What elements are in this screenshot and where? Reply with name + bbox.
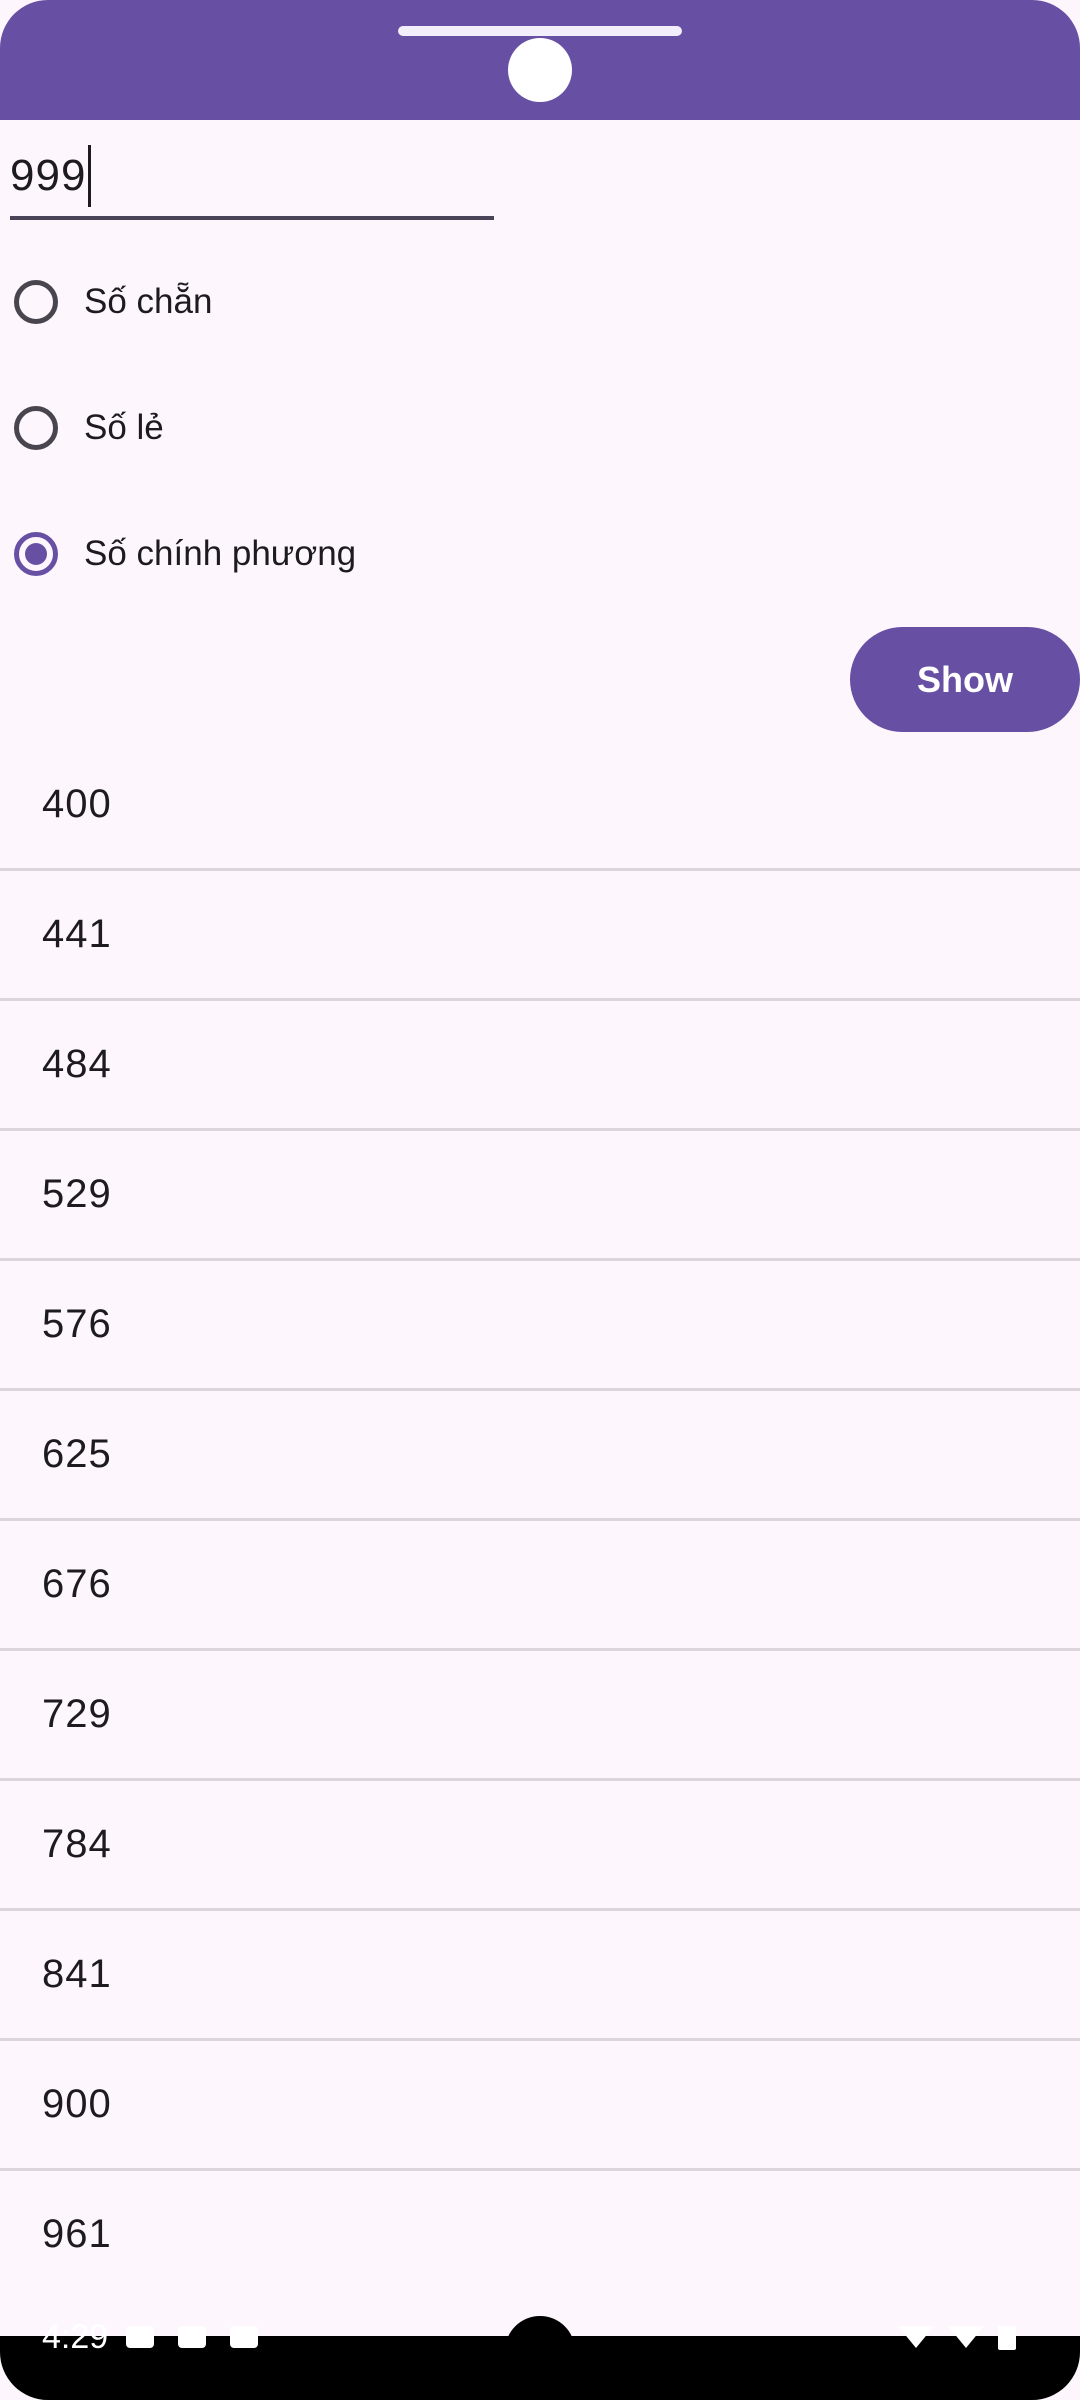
radio-odd[interactable]: Số lẻ [14,393,164,463]
list-item[interactable]: 784 [0,1781,1080,1911]
list-item-value: 625 [42,1432,112,1476]
list-item[interactable]: 441 [0,871,1080,1001]
speaker-grille [398,26,682,36]
list-item[interactable]: 961 [0,2171,1080,2298]
list-item-value: 784 [42,1822,112,1866]
list-item-value: 676 [42,1562,112,1606]
list-item[interactable]: 676 [0,1521,1080,1651]
radio-even-label[interactable]: Số chẵn [84,282,212,322]
shield-icon [126,2326,154,2348]
radio-perfect-square[interactable]: Số chính phương [14,519,356,589]
radio-even[interactable]: Số chẵn [14,267,212,337]
list-item[interactable]: 729 [0,1651,1080,1781]
result-list[interactable]: 400 441 484 529 576 625 676 729 784 841 … [0,741,1080,2298]
signal-icon [948,2326,984,2348]
wifi-icon [898,2326,934,2348]
list-item[interactable]: 576 [0,1261,1080,1391]
radio-button-icon[interactable] [14,280,58,324]
app-screen: 999 Số chẵn Số lẻ Số chính phương Show 4… [0,0,1080,2400]
radio-odd-label[interactable]: Số lẻ [84,408,164,448]
radio-perfect-square-label[interactable]: Số chính phương [84,534,356,574]
keyboard-icon [230,2326,258,2348]
status-time: 4:29 [42,2318,109,2356]
list-item[interactable]: 841 [0,1911,1080,2041]
sd-card-icon [178,2326,206,2348]
list-item[interactable]: 484 [0,1001,1080,1131]
list-item-value: 484 [42,1042,112,1086]
list-item-value: 961 [42,2212,112,2256]
battery-icon [998,2326,1016,2350]
list-item-value: 529 [42,1172,112,1216]
camera-notch [505,2316,575,2386]
radio-button-selected-icon[interactable] [14,532,58,576]
radio-button-icon[interactable] [14,406,58,450]
list-item-value: 400 [42,782,112,826]
list-item[interactable]: 625 [0,1391,1080,1521]
list-item-value: 729 [42,1692,112,1736]
list-item-value: 441 [42,912,112,956]
list-item[interactable]: 900 [0,2041,1080,2171]
list-item[interactable]: 400 [0,741,1080,871]
show-button[interactable]: Show [850,627,1080,732]
list-item[interactable]: 529 [0,1131,1080,1261]
list-item-value: 900 [42,2082,112,2126]
system-icons [898,2326,1016,2350]
list-item-value: 841 [42,1952,112,1996]
app-bar [0,0,1080,120]
text-cursor [88,145,92,207]
number-input-value[interactable]: 999 [10,151,86,201]
front-camera [508,38,572,102]
notification-icons [126,2326,258,2348]
list-item-value: 576 [42,1302,112,1346]
number-input[interactable]: 999 [10,136,494,220]
